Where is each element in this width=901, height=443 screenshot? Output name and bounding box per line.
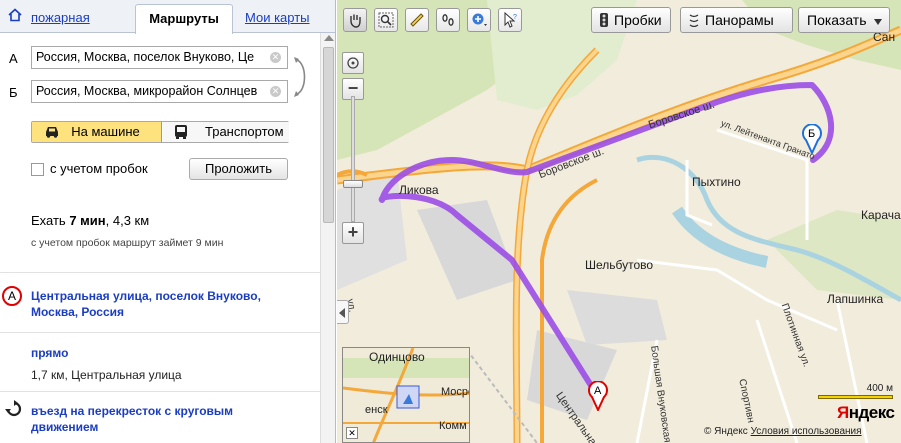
show-layers-label: Показать [807, 12, 867, 28]
divider [0, 391, 320, 392]
minimap-odintsovo: Одинцово [369, 350, 425, 364]
divider [0, 272, 320, 273]
chevron-down-icon [874, 19, 883, 25]
scale-bar [818, 395, 893, 399]
transport-mode-switch: На машине Транспортом [31, 121, 289, 143]
place-karacha: Карача [861, 208, 901, 222]
route-summary: Ехать 7 мин, 4,3 км [31, 213, 149, 228]
tab-my-maps[interactable]: Мои карты [245, 4, 310, 33]
pin-b-label: Б [808, 128, 816, 140]
build-route-button[interactable]: Проложить [189, 158, 288, 180]
terms-link[interactable]: Условия использования [751, 426, 862, 437]
info-tool-button[interactable]: ? [498, 8, 522, 32]
magnifier-icon [378, 12, 394, 28]
tab-routes[interactable]: Маршруты [135, 4, 233, 34]
tab-fire[interactable]: пожарная [31, 4, 90, 33]
zoom-default-button[interactable] [342, 52, 364, 74]
minimap-komm: Комм [439, 420, 467, 432]
car-icon [46, 127, 58, 138]
clear-from-icon[interactable]: ✕ [270, 52, 281, 63]
place-lapshinka: Лапшинка [827, 292, 884, 306]
step-start-marker: А [2, 286, 22, 306]
route-tool-button[interactable] [436, 8, 460, 32]
step-start-title[interactable]: Центральная улица, поселок Внуково, Моск… [31, 288, 301, 320]
summary-traffic-note: с учетом пробок маршрут займет 9 мин [31, 237, 224, 249]
zoom-in-button[interactable]: + [342, 222, 364, 244]
summary-prefix: Ехать [31, 213, 70, 228]
zoom-slider-handle[interactable] [343, 180, 363, 188]
point-b-label: Б [9, 85, 18, 100]
traffic-button-label: Пробки [614, 12, 662, 28]
minimap-close-icon[interactable]: ✕ [346, 427, 358, 439]
from-address-input[interactable]: Россия, Москва, поселок Внуково, Це ✕ [31, 46, 288, 69]
add-marker-icon [472, 13, 487, 26]
panorama-icon [689, 9, 699, 33]
scrollbar-thumb[interactable] [323, 47, 334, 223]
bus-icon [175, 125, 187, 139]
ruler-icon [410, 13, 424, 27]
from-address-value: Россия, Москва, поселок Внуково, Це [36, 50, 255, 64]
cursor-info-icon: ? [504, 11, 517, 28]
scale-label: 400 м [866, 383, 893, 394]
map-view[interactable]: Ликова Пыхтино Шельбутово Лапшинка Карач… [337, 0, 901, 443]
divider [0, 332, 320, 333]
to-address-input[interactable]: Россия, Москва, микрорайон Солнцев ✕ [31, 80, 288, 103]
panoramas-button[interactable]: Панорамы [680, 7, 793, 33]
traffic-checkbox-label: с учетом пробок [50, 161, 148, 176]
mode-transit-button[interactable]: Транспортом [163, 122, 289, 142]
mode-car-label: На машине [71, 124, 140, 139]
place-likova: Ликова [399, 183, 439, 197]
collapse-panel-button[interactable] [337, 300, 349, 324]
ruler-button[interactable] [405, 8, 429, 32]
point-a-label: А [9, 51, 18, 66]
hand-tool-button[interactable] [343, 8, 367, 32]
traffic-button[interactable]: Пробки [591, 7, 671, 33]
logo-letter: Я [837, 403, 849, 422]
zoom-area-button[interactable] [374, 8, 398, 32]
svg-text:?: ? [513, 14, 517, 21]
traffic-checkbox[interactable] [31, 163, 44, 176]
panel-scrollbar[interactable] [320, 33, 335, 443]
summary-distance: , 4,3 км [105, 213, 150, 228]
minimap-mosr: Мосро [441, 386, 469, 398]
copyright-text: © Яндекс [704, 426, 748, 437]
mode-transit-label: Транспортом [205, 124, 284, 139]
target-icon [347, 57, 359, 69]
footprints-icon [442, 14, 454, 26]
yandex-logo: Яндекс [837, 403, 895, 423]
route-panel: пожарная Маршруты Мои карты А Россия, Мо… [0, 0, 336, 443]
home-icon[interactable] [8, 4, 24, 33]
panoramas-button-label: Панорамы [705, 12, 774, 28]
copyright: © Яндекс Условия использования [704, 426, 862, 437]
place-shelbutovo: Шельбутово [585, 258, 654, 272]
step-straight-title[interactable]: прямо [31, 345, 68, 361]
pin-a-label: А [594, 385, 602, 397]
map-scale: 400 м [818, 383, 893, 399]
roundabout-icon [5, 400, 22, 417]
step-roundabout-title[interactable]: въезд на перекресток с круговым движение… [31, 403, 301, 435]
to-address-value: Россия, Москва, микрорайон Солнцев [36, 84, 258, 98]
step-straight-sub: 1,7 км, Центральная улица [31, 368, 182, 382]
minimap-ensk: енск [365, 404, 388, 416]
traffic-light-icon [600, 9, 608, 33]
scroll-up-icon[interactable] [324, 35, 334, 41]
clear-to-icon[interactable]: ✕ [270, 86, 281, 97]
zoom-slider-track[interactable] [351, 96, 355, 222]
overview-minimap[interactable]: Одинцово Мосро енск Комм [342, 347, 470, 443]
chevron-left-icon [339, 308, 345, 318]
zoom-control: − + [342, 52, 366, 244]
tab-bar: пожарная Маршруты Мои карты [0, 0, 335, 34]
logo-rest: ндекс [848, 403, 895, 422]
swap-points-icon[interactable] [293, 54, 309, 100]
show-layers-dropdown[interactable]: Показать [798, 7, 890, 33]
hand-icon [350, 14, 361, 28]
place-pykhtino: Пыхтино [692, 175, 741, 189]
mode-car-button[interactable]: На машине [32, 122, 162, 142]
add-object-button[interactable] [467, 8, 491, 32]
summary-time: 7 мин [69, 213, 106, 228]
